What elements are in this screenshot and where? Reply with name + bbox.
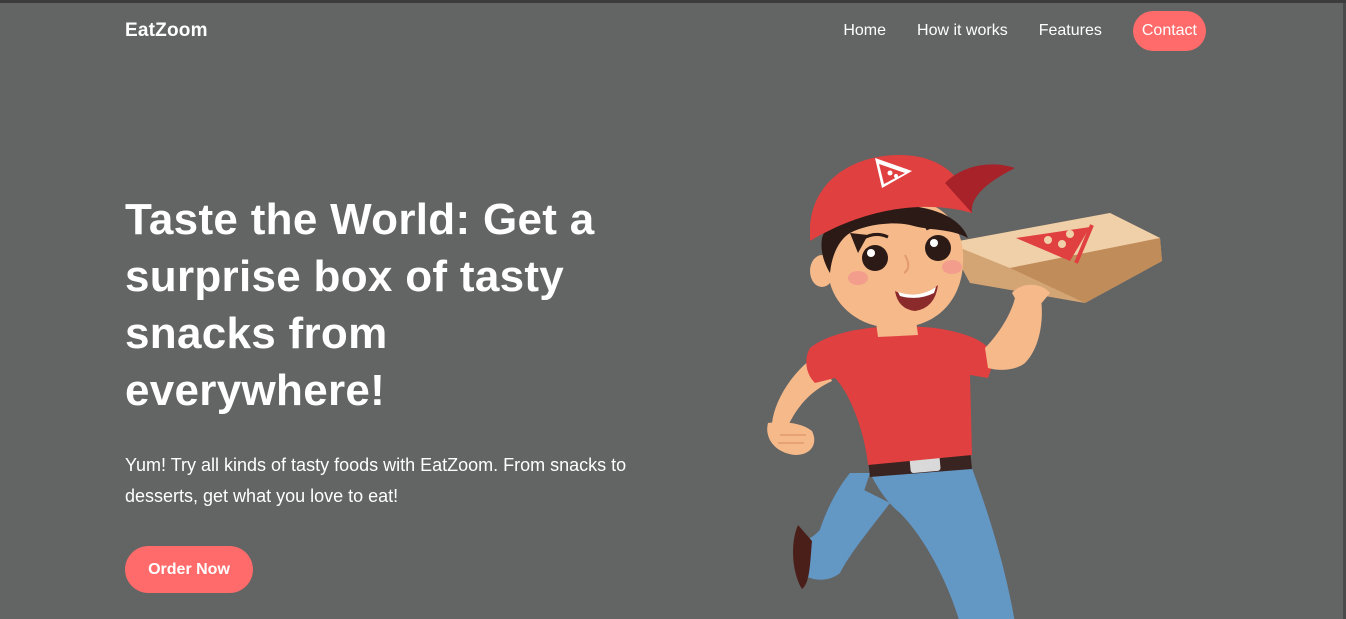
brand-logo[interactable]: EatZoom bbox=[125, 20, 208, 42]
order-now-button[interactable]: Order Now bbox=[125, 546, 253, 593]
nav-home[interactable]: Home bbox=[843, 11, 886, 51]
nav-features[interactable]: Features bbox=[1039, 11, 1102, 51]
main-nav: Home How it works Features Contact bbox=[812, 11, 1206, 51]
hero-subtitle: Yum! Try all kinds of tasty foods with E… bbox=[125, 455, 627, 506]
landing-page: EatZoom Home How it works Features Conta… bbox=[0, 0, 1346, 619]
nav-contact-button[interactable]: Contact bbox=[1132, 11, 1206, 51]
pizza-delivery-boy-illustration bbox=[740, 143, 1180, 619]
hero-title: Taste the World: Get a surprise box of t… bbox=[125, 195, 595, 415]
nav-how-it-works[interactable]: How it works bbox=[917, 11, 1008, 51]
